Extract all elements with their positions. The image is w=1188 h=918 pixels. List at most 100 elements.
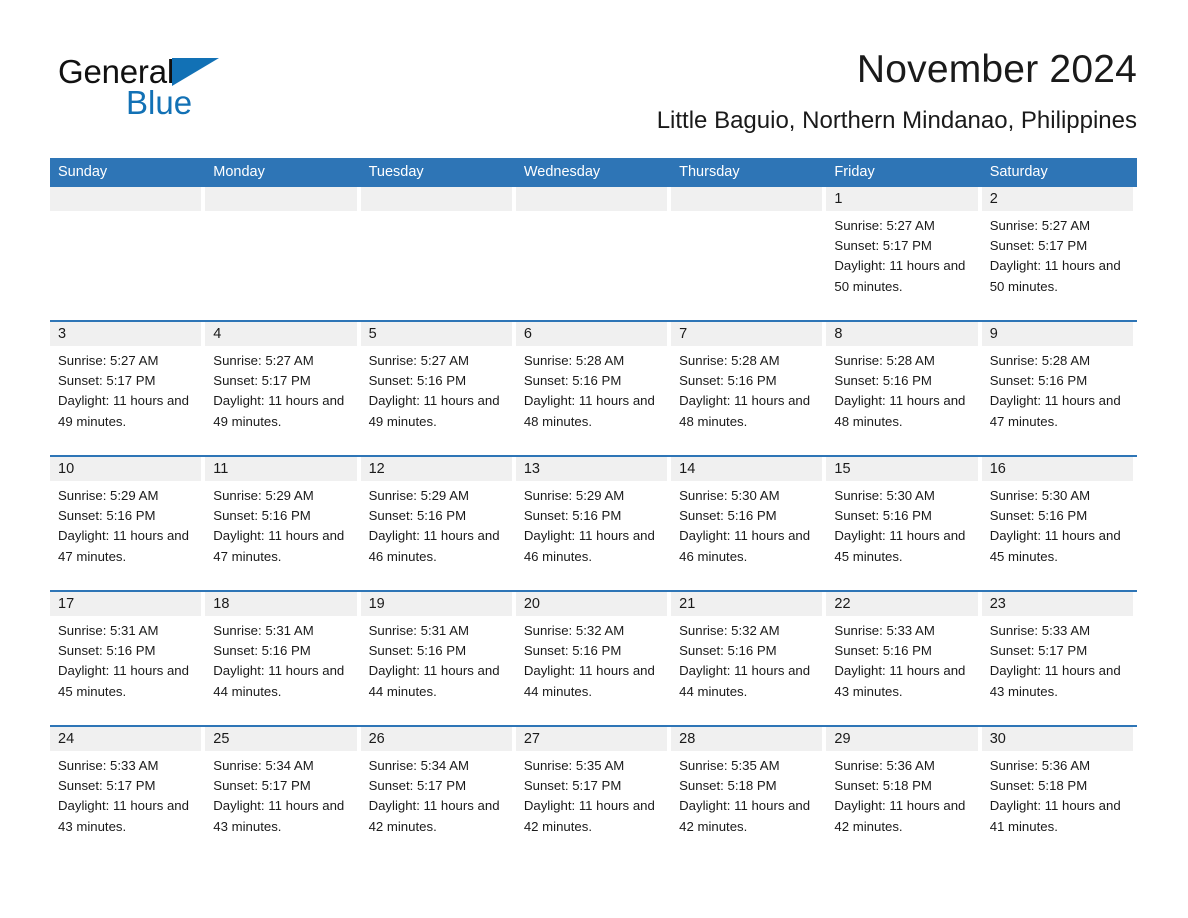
daylight-text: Daylight: 11 hours and 43 minutes. bbox=[989, 663, 1121, 699]
day-cell[interactable]: 24 Sunrise: 5:33 AM Sunset: 5:17 PM Dayl… bbox=[50, 727, 206, 860]
daylight-text: Daylight: 11 hours and 45 minutes. bbox=[58, 663, 189, 699]
day-details: Sunrise: 5:36 AM Sunset: 5:18 PM Dayligh… bbox=[982, 751, 1133, 837]
daylight-text: Daylight: 11 hours and 45 minutes. bbox=[834, 528, 966, 564]
day-details bbox=[50, 211, 201, 216]
sunrise-text: Sunrise: 5:35 AM bbox=[523, 758, 625, 773]
sunset-text: Sunset: 5:16 PM bbox=[213, 643, 311, 659]
sunrise-text: Sunrise: 5:33 AM bbox=[834, 623, 935, 638]
sunset-text: Sunset: 5:16 PM bbox=[679, 373, 777, 389]
sunset-text: Sunset: 5:18 PM bbox=[679, 778, 777, 794]
day-cell[interactable]: 17 Sunrise: 5:31 AM Sunset: 5:16 PM Dayl… bbox=[50, 592, 206, 725]
day-cell[interactable]: 11 Sunrise: 5:29 AM Sunset: 5:16 PM Dayl… bbox=[205, 457, 361, 590]
calendar-page: General Blue November 2024 Little Baguio… bbox=[0, 0, 1188, 918]
day-cell[interactable]: 14 Sunrise: 5:30 AM Sunset: 5:16 PM Dayl… bbox=[671, 457, 827, 590]
sunrise-text: Sunrise: 5:27 AM bbox=[834, 218, 935, 233]
day-cell[interactable]: 6 Sunrise: 5:28 AM Sunset: 5:16 PM Dayli… bbox=[515, 322, 672, 455]
sunrise-text: Sunrise: 5:32 AM bbox=[679, 623, 780, 638]
day-details: Sunrise: 5:29 AM Sunset: 5:16 PM Dayligh… bbox=[516, 481, 667, 567]
day-cell[interactable]: 15 Sunrise: 5:30 AM Sunset: 5:16 PM Dayl… bbox=[826, 457, 982, 590]
day-details: Sunrise: 5:30 AM Sunset: 5:16 PM Dayligh… bbox=[671, 481, 822, 567]
day-cell[interactable]: 1 Sunrise: 5:27 AM Sunset: 5:17 PM Dayli… bbox=[826, 187, 982, 320]
sunrise-text: Sunrise: 5:31 AM bbox=[368, 623, 469, 638]
sunset-text: Sunset: 5:16 PM bbox=[834, 643, 932, 659]
day-details: Sunrise: 5:33 AM Sunset: 5:17 PM Dayligh… bbox=[982, 616, 1133, 702]
day-cell[interactable]: 16 Sunrise: 5:30 AM Sunset: 5:16 PM Dayl… bbox=[981, 457, 1137, 590]
day-cell[interactable]: 19 Sunrise: 5:31 AM Sunset: 5:16 PM Dayl… bbox=[360, 592, 516, 725]
day-cell[interactable]: 12 Sunrise: 5:29 AM Sunset: 5:16 PM Dayl… bbox=[360, 457, 516, 590]
day-cell[interactable]: 5 Sunrise: 5:27 AM Sunset: 5:16 PM Dayli… bbox=[360, 322, 516, 455]
day-cell[interactable]: 10 Sunrise: 5:29 AM Sunset: 5:16 PM Dayl… bbox=[50, 457, 206, 590]
daylight-text: Daylight: 11 hours and 44 minutes. bbox=[368, 663, 500, 699]
day-cell[interactable] bbox=[671, 187, 827, 320]
day-number: 15 bbox=[826, 457, 978, 481]
sunset-text: Sunset: 5:16 PM bbox=[523, 373, 622, 389]
day-details: Sunrise: 5:29 AM Sunset: 5:16 PM Dayligh… bbox=[361, 481, 512, 567]
day-number: 20 bbox=[515, 592, 668, 616]
sunrise-text: Sunrise: 5:35 AM bbox=[679, 758, 780, 773]
day-cell[interactable]: 29 Sunrise: 5:36 AM Sunset: 5:18 PM Dayl… bbox=[826, 727, 982, 860]
day-number: 10 bbox=[50, 457, 202, 481]
day-details: Sunrise: 5:32 AM Sunset: 5:16 PM Dayligh… bbox=[516, 616, 667, 702]
daylight-text: Daylight: 11 hours and 48 minutes. bbox=[523, 393, 655, 429]
daylight-text: Daylight: 11 hours and 44 minutes. bbox=[523, 663, 655, 699]
daylight-text: Daylight: 11 hours and 47 minutes. bbox=[58, 528, 189, 564]
daylight-text: Daylight: 11 hours and 50 minutes. bbox=[989, 258, 1121, 294]
day-number: 30 bbox=[981, 727, 1133, 751]
sunset-text: Sunset: 5:16 PM bbox=[58, 508, 156, 524]
day-details bbox=[671, 211, 822, 216]
sunrise-text: Sunrise: 5:36 AM bbox=[834, 758, 935, 773]
weekday-header-saturday: Saturday bbox=[989, 164, 1048, 180]
day-cell[interactable]: 22 Sunrise: 5:33 AM Sunset: 5:16 PM Dayl… bbox=[826, 592, 982, 725]
sunset-text: Sunset: 5:17 PM bbox=[523, 778, 622, 794]
day-cell[interactable]: 20 Sunrise: 5:32 AM Sunset: 5:16 PM Dayl… bbox=[515, 592, 672, 725]
day-cell[interactable]: 27 Sunrise: 5:35 AM Sunset: 5:17 PM Dayl… bbox=[515, 727, 672, 860]
day-cell[interactable] bbox=[205, 187, 361, 320]
day-details: Sunrise: 5:35 AM Sunset: 5:17 PM Dayligh… bbox=[516, 751, 667, 837]
day-cell[interactable]: 4 Sunrise: 5:27 AM Sunset: 5:17 PM Dayli… bbox=[205, 322, 361, 455]
sunrise-text: Sunrise: 5:27 AM bbox=[989, 218, 1091, 233]
day-cell[interactable]: 2 Sunrise: 5:27 AM Sunset: 5:17 PM Dayli… bbox=[981, 187, 1137, 320]
week-row: 1 Sunrise: 5:27 AM Sunset: 5:17 PM Dayli… bbox=[50, 187, 1137, 320]
daylight-text: Daylight: 11 hours and 43 minutes. bbox=[58, 798, 189, 834]
sunrise-text: Sunrise: 5:27 AM bbox=[58, 353, 159, 368]
daylight-text: Daylight: 11 hours and 42 minutes. bbox=[368, 798, 500, 834]
weekday-header-friday: Friday bbox=[834, 164, 875, 180]
generalblue-logo[interactable]: General Blue bbox=[58, 54, 318, 124]
day-number: 24 bbox=[50, 727, 202, 751]
day-cell[interactable]: 8 Sunrise: 5:28 AM Sunset: 5:16 PM Dayli… bbox=[826, 322, 982, 455]
daylight-text: Daylight: 11 hours and 49 minutes. bbox=[368, 393, 500, 429]
sunrise-text: Sunrise: 5:36 AM bbox=[989, 758, 1091, 773]
day-cell[interactable]: 30 Sunrise: 5:36 AM Sunset: 5:18 PM Dayl… bbox=[981, 727, 1137, 860]
sunrise-text: Sunrise: 5:34 AM bbox=[213, 758, 314, 773]
day-cell[interactable]: 28 Sunrise: 5:35 AM Sunset: 5:18 PM Dayl… bbox=[671, 727, 827, 860]
day-cell[interactable]: 13 Sunrise: 5:29 AM Sunset: 5:16 PM Dayl… bbox=[515, 457, 672, 590]
day-number: 12 bbox=[360, 457, 512, 481]
day-cell[interactable]: 23 Sunrise: 5:33 AM Sunset: 5:17 PM Dayl… bbox=[981, 592, 1137, 725]
weekday-header-row: Sunday Monday Tuesday Wednesday Thursday… bbox=[50, 158, 1137, 187]
day-cell[interactable] bbox=[360, 187, 516, 320]
page-title: November 2024 bbox=[856, 48, 1137, 91]
sunset-text: Sunset: 5:18 PM bbox=[834, 778, 932, 794]
day-cell[interactable] bbox=[515, 187, 672, 320]
day-cell[interactable]: 7 Sunrise: 5:28 AM Sunset: 5:16 PM Dayli… bbox=[671, 322, 827, 455]
day-details: Sunrise: 5:29 AM Sunset: 5:16 PM Dayligh… bbox=[205, 481, 356, 567]
day-cell[interactable]: 26 Sunrise: 5:34 AM Sunset: 5:17 PM Dayl… bbox=[360, 727, 516, 860]
daylight-text: Daylight: 11 hours and 45 minutes. bbox=[989, 528, 1121, 564]
day-cell[interactable]: 9 Sunrise: 5:28 AM Sunset: 5:16 PM Dayli… bbox=[981, 322, 1137, 455]
day-cell[interactable]: 21 Sunrise: 5:32 AM Sunset: 5:16 PM Dayl… bbox=[671, 592, 827, 725]
sunset-text: Sunset: 5:16 PM bbox=[989, 508, 1088, 524]
day-details: Sunrise: 5:31 AM Sunset: 5:16 PM Dayligh… bbox=[361, 616, 512, 702]
day-details: Sunrise: 5:28 AM Sunset: 5:16 PM Dayligh… bbox=[826, 346, 977, 432]
day-number: 11 bbox=[205, 457, 357, 481]
day-details: Sunrise: 5:29 AM Sunset: 5:16 PM Dayligh… bbox=[50, 481, 201, 567]
day-cell[interactable]: 3 Sunrise: 5:27 AM Sunset: 5:17 PM Dayli… bbox=[50, 322, 206, 455]
day-details: Sunrise: 5:27 AM Sunset: 5:16 PM Dayligh… bbox=[361, 346, 512, 432]
sunrise-text: Sunrise: 5:33 AM bbox=[989, 623, 1091, 638]
day-cell[interactable]: 18 Sunrise: 5:31 AM Sunset: 5:16 PM Dayl… bbox=[205, 592, 361, 725]
daylight-text: Daylight: 11 hours and 41 minutes. bbox=[989, 798, 1121, 834]
day-details: Sunrise: 5:27 AM Sunset: 5:17 PM Dayligh… bbox=[826, 211, 977, 297]
day-cell[interactable] bbox=[50, 187, 206, 320]
day-cell[interactable]: 25 Sunrise: 5:34 AM Sunset: 5:17 PM Dayl… bbox=[205, 727, 361, 860]
weekday-header-sunday: Sunday bbox=[58, 164, 108, 180]
weekday-header-monday: Monday bbox=[213, 164, 265, 180]
